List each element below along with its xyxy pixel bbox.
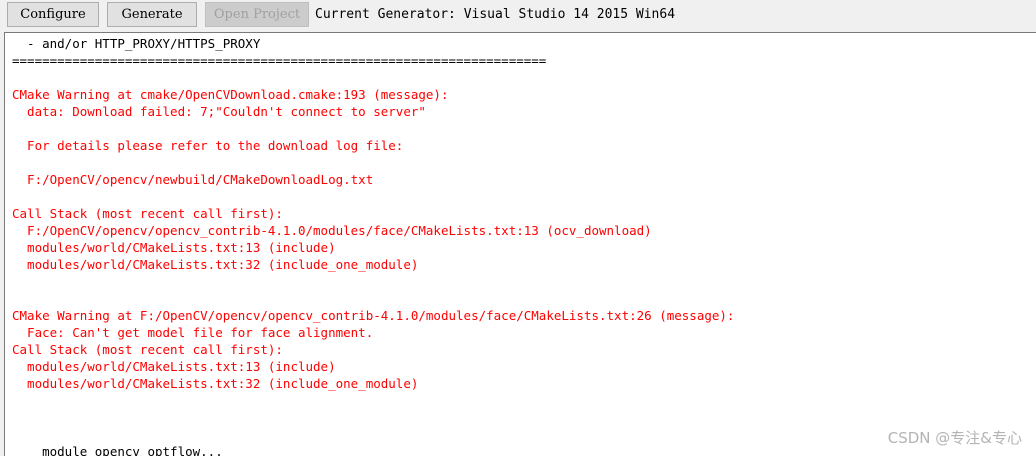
log-line-warning: data: Download failed: 7;"Couldn't conne… [12,104,426,119]
log-line-warning: F:/OpenCV/opencv/opencv_contrib-4.1.0/mo… [12,223,652,238]
cmake-gui-window: Configure Generate Open Project Current … [0,0,1036,456]
log-line-warning [12,290,734,307]
log-line-warning [12,273,734,290]
log-line-warning: modules/world/CMakeLists.txt:13 (include… [12,240,336,255]
log-line-warning: Face: Can't get model file for face alig… [12,325,374,340]
current-generator-label: Current Generator: Visual Studio 14 2015… [315,7,676,22]
log-line-warning: For details please refer to the download… [12,138,404,153]
log-line: ========================================… [12,53,547,68]
watermark: CSDN @专注&专心 [887,429,1022,447]
log-line-warning: modules/world/CMakeLists.txt:13 (include… [12,359,336,374]
generate-button[interactable]: Generate [107,2,197,27]
log-line-warning: CMake Warning at cmake/OpenCVDownload.cm… [12,87,449,102]
open-project-button: Open Project [205,2,309,27]
log-line: module opencv_optflow... [12,444,223,456]
output-log[interactable]: - and/or HTTP_PROXY/HTTPS_PROXY =========… [4,32,1036,456]
configure-button[interactable]: Configure [7,2,99,27]
toolbar: Configure Generate Open Project Current … [0,0,1036,30]
log-line-warning [12,120,734,137]
log-line: - and/or HTTP_PROXY/HTTPS_PROXY [12,36,261,51]
log-line-warning: modules/world/CMakeLists.txt:32 (include… [12,257,419,272]
log-line-warning: modules/world/CMakeLists.txt:32 (include… [12,376,419,391]
log-line-warning [12,154,734,171]
log-line-warning: Call Stack (most recent call first): [12,206,283,221]
log-line-warning: Call Stack (most recent call first): [12,342,283,357]
log-line-warning [12,188,734,205]
output-log-lines: - and/or HTTP_PROXY/HTTPS_PROXY =========… [12,35,734,456]
log-line-warning: CMake Warning at F:/OpenCV/opencv/opencv… [12,308,735,323]
log-line-warning: F:/OpenCV/opencv/newbuild/CMakeDownloadL… [12,172,374,187]
